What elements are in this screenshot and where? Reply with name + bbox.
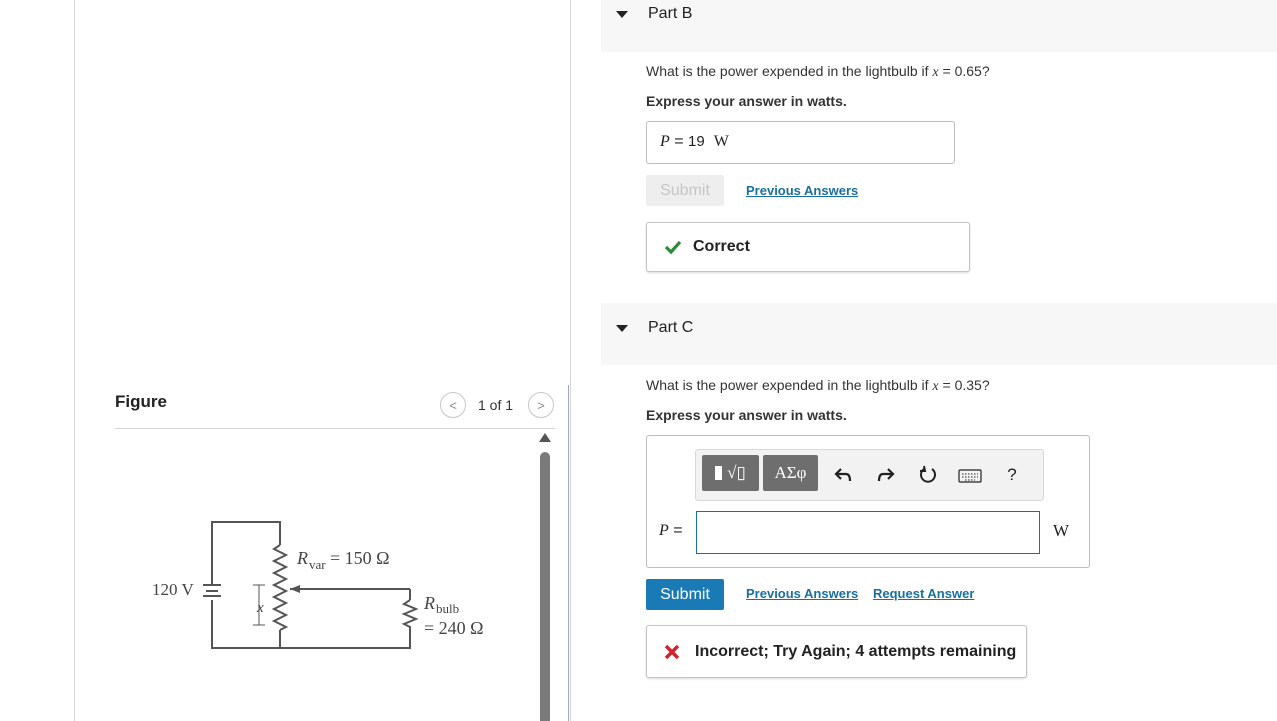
rbulb-subscript: bulb: [436, 601, 459, 616]
sqrt-template-icon: √▯: [727, 463, 746, 482]
circuit-wire-bottom: [211, 600, 281, 649]
part-b-previous-answers-link[interactable]: Previous Answers: [746, 183, 858, 198]
part-c-unit-label: W: [1053, 521, 1070, 540]
part-b-feedback: Correct: [646, 222, 970, 272]
part-c-question: What is the power expended in the lightb…: [646, 377, 990, 394]
battery-label: 120 V: [152, 580, 194, 599]
part-c-feedback-text: Incorrect; Try Again; 4 attempts remaini…: [695, 642, 1017, 660]
rbulb-value: = 240 Ω: [424, 618, 484, 638]
circuit-diagram: 120 V R var = 150 Ω x R bulb = 240 Ω: [152, 521, 484, 649]
x-mark-icon: [664, 644, 680, 659]
part-c-answer-input[interactable]: [696, 511, 1040, 554]
part-c-answer-label: P =: [659, 522, 683, 539]
help-icon[interactable]: ?: [1003, 464, 1021, 486]
figure-scroll-border: [568, 385, 569, 721]
greek-icon: ΑΣφ: [774, 463, 807, 482]
part-b-answer-display: P = 19 W: [660, 133, 729, 150]
scroll-up-arrow-icon[interactable]: [539, 433, 551, 442]
part-b-label: Part B: [648, 5, 693, 22]
rvar-symbol: R: [296, 548, 308, 568]
templates-button[interactable]: √▯: [702, 455, 759, 491]
previous-figure-button[interactable]: <: [440, 392, 466, 418]
next-figure-button[interactable]: >: [528, 392, 554, 418]
part-b-feedback-text: Correct: [693, 238, 750, 255]
part-b-instructions: Express your answer in watts.: [646, 93, 847, 109]
chevron-right-icon: >: [537, 397, 545, 413]
part-b-header[interactable]: [601, 0, 1277, 52]
x-label: x: [256, 600, 264, 616]
keyboard-icon[interactable]: [957, 466, 983, 486]
checkmark-icon: [664, 240, 682, 255]
part-b-submit-button[interactable]: Submit: [646, 175, 724, 206]
caret-down-icon[interactable]: [616, 325, 628, 332]
rvar-value: = 150 Ω: [330, 548, 390, 568]
part-c-request-answer-link[interactable]: Request Answer: [873, 586, 974, 601]
caret-down-icon[interactable]: [616, 11, 628, 18]
part-c-previous-answers-link[interactable]: Previous Answers: [746, 586, 858, 601]
part-b-answer-field: P = 19 W: [646, 121, 955, 164]
undo-icon[interactable]: [832, 464, 854, 486]
part-c-header[interactable]: [601, 303, 1277, 365]
figure-pager-label: 1 of 1: [478, 397, 514, 413]
rheostat-resistor: [271, 544, 289, 631]
figure-divider: [115, 428, 555, 429]
part-c-submit-button[interactable]: Submit: [646, 579, 724, 610]
part-c-instructions: Express your answer in watts.: [646, 407, 847, 423]
column-divider: [570, 0, 571, 721]
redo-icon[interactable]: [875, 464, 897, 486]
figure-scrollbar[interactable]: [540, 452, 550, 721]
greek-symbols-button[interactable]: ΑΣφ: [763, 455, 818, 491]
rbulb-symbol: R: [423, 593, 435, 613]
part-c-feedback: Incorrect; Try Again; 4 attempts remaini…: [646, 625, 1027, 678]
slider-arrowhead: [290, 585, 300, 593]
reset-icon[interactable]: [917, 464, 939, 486]
left-panel-border: [74, 0, 75, 721]
chevron-left-icon: <: [449, 397, 457, 413]
circuit-wire-top: [211, 521, 281, 584]
bulb-resistor: [280, 599, 419, 649]
rvar-subscript: var: [309, 557, 326, 572]
figure-title: Figure: [115, 392, 167, 411]
part-b-question: What is the power expended in the lightb…: [646, 63, 990, 80]
template-block-icon: [715, 466, 723, 480]
part-c-label: Part C: [648, 319, 694, 336]
